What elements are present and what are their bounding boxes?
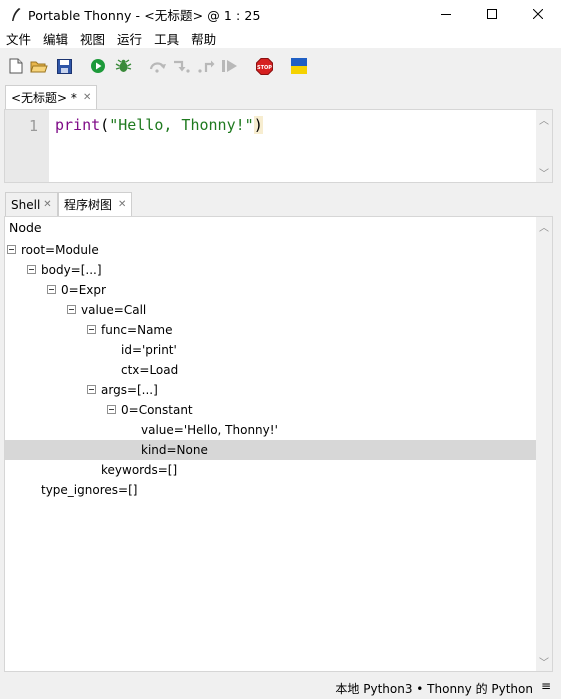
stop-icon[interactable]: STOP	[255, 57, 273, 75]
tree-node-label: id='print'	[121, 343, 177, 357]
tree-node-row[interactable]: 0=Constant	[5, 400, 536, 420]
title-bar: Portable Thonny - <无标题> @ 1 : 25	[0, 0, 561, 28]
save-icon[interactable]	[55, 57, 73, 75]
menu-view[interactable]: 视图	[78, 29, 111, 48]
tree-node-label: root=Module	[21, 243, 99, 257]
tree-node-label: kind=None	[141, 443, 208, 457]
menu-file[interactable]: 文件	[4, 29, 37, 48]
status-menu-icon[interactable]: ≡	[541, 679, 551, 693]
ukraine-flag-icon[interactable]	[290, 57, 308, 75]
tree-node-label: body=[...]	[41, 263, 102, 277]
tree-node-label: args=[...]	[101, 383, 158, 397]
tree-node-label: value=Call	[81, 303, 147, 317]
code-close-paren: )	[253, 116, 263, 134]
tree-node-row[interactable]: 0=Expr	[5, 280, 536, 300]
tree-scroll-down-icon[interactable]: ﹀	[536, 654, 552, 669]
code-string-literal: "Hello, Thonny!"	[109, 116, 254, 134]
collapse-toggle-icon[interactable]	[27, 265, 36, 274]
shell-tab-label: Shell	[11, 197, 41, 212]
interpreter-status[interactable]: 本地 Python3 • Thonny 的 Python	[335, 680, 533, 697]
toolbar: STOP	[0, 48, 561, 84]
minimize-button[interactable]	[423, 0, 469, 28]
run-icon[interactable]	[89, 57, 107, 75]
tree-node-row[interactable]: value=Call	[5, 300, 536, 320]
menu-tools[interactable]: 工具	[152, 29, 185, 48]
tree-node-row[interactable]: root=Module	[5, 240, 536, 260]
tree-node-row[interactable]: func=Name	[5, 320, 536, 340]
tree-node-label: func=Name	[101, 323, 173, 337]
collapse-toggle-icon[interactable]	[67, 305, 76, 314]
svg-text:STOP: STOP	[257, 64, 272, 70]
code-line[interactable]: print("Hello, Thonny!")	[55, 116, 263, 134]
scroll-up-icon[interactable]: ︿	[536, 112, 552, 127]
ast-tree-view: Node root=Module body=[...] 0=Expr value=Ca…	[4, 216, 553, 672]
open-folder-icon[interactable]	[30, 57, 48, 75]
line-number: 1	[29, 117, 39, 135]
menu-run[interactable]: 运行	[115, 29, 148, 48]
tree-node-label: type_ignores=[]	[41, 483, 138, 497]
tree-scroll-up-icon[interactable]: ︿	[536, 219, 552, 234]
step-out-icon[interactable]	[197, 57, 215, 75]
new-file-icon[interactable]	[7, 57, 25, 75]
editor-tab-label: <无标题> *	[11, 91, 77, 105]
maximize-button[interactable]	[469, 0, 515, 28]
tree-column-header: Node	[9, 220, 42, 235]
tree-node-label: keywords=[]	[101, 463, 178, 477]
tree-node-row[interactable]: ctx=Load	[5, 360, 536, 380]
collapse-toggle-icon[interactable]	[107, 405, 116, 414]
step-into-icon[interactable]	[173, 57, 191, 75]
close-tab-icon[interactable]: ✕	[83, 92, 91, 103]
resume-icon[interactable]	[221, 57, 239, 75]
window-title: Portable Thonny - <无标题> @ 1 : 25	[28, 7, 261, 23]
line-number-gutter: 1	[5, 110, 49, 182]
tab-ast-view[interactable]: 程序树图 ✕	[58, 192, 133, 216]
collapse-toggle-icon[interactable]	[7, 245, 16, 254]
collapse-toggle-icon[interactable]	[87, 385, 96, 394]
code-editor[interactable]: 1 print("Hello, Thonny!") ︿ ﹀	[4, 109, 553, 183]
tree-node-label: 0=Expr	[61, 283, 106, 297]
close-button[interactable]	[515, 0, 561, 28]
tab-shell[interactable]: Shell ✕	[5, 192, 58, 216]
menu-bar: 文件 编辑 视图 运行 工具 帮助	[0, 28, 561, 48]
scroll-down-icon[interactable]: ﹀	[536, 165, 552, 180]
tree-node-label: ctx=Load	[121, 363, 179, 377]
menu-edit[interactable]: 编辑	[41, 29, 74, 48]
tree-node-label: 0=Constant	[121, 403, 193, 417]
tree-node-row[interactable]: value='Hello, Thonny!'	[5, 420, 536, 440]
tree-scrollbar[interactable]: ︿ ﹀	[536, 217, 552, 671]
thonny-logo-icon	[8, 6, 24, 22]
close-ast-tab-icon[interactable]: ✕	[118, 199, 126, 210]
collapse-toggle-icon[interactable]	[47, 285, 56, 294]
ast-tab-label: 程序树图	[64, 198, 113, 212]
tree-node-row[interactable]: args=[...]	[5, 380, 536, 400]
tree-node-label: value='Hello, Thonny!'	[141, 423, 278, 437]
step-over-icon[interactable]	[149, 57, 167, 75]
tab-editor-untitled[interactable]: <无标题> * ✕	[5, 85, 98, 109]
close-shell-tab-icon[interactable]: ✕	[43, 199, 51, 210]
code-function-name: print	[55, 116, 101, 134]
menu-help[interactable]: 帮助	[189, 29, 222, 48]
tree-node-row[interactable]: body=[...]	[5, 260, 536, 280]
tree-node-row[interactable]: type_ignores=[]	[5, 480, 536, 500]
tree-node-row[interactable]: keywords=[]	[5, 460, 536, 480]
editor-scrollbar[interactable]: ︿ ﹀	[536, 110, 552, 182]
status-bar: 本地 Python3 • Thonny 的 Python ≡	[0, 675, 561, 699]
collapse-toggle-icon[interactable]	[87, 325, 96, 334]
code-open-paren: (	[100, 116, 110, 134]
tree-node-row[interactable]: id='print'	[5, 340, 536, 360]
tree-node-row[interactable]: kind=None	[5, 440, 536, 460]
debug-icon[interactable]	[114, 57, 132, 75]
